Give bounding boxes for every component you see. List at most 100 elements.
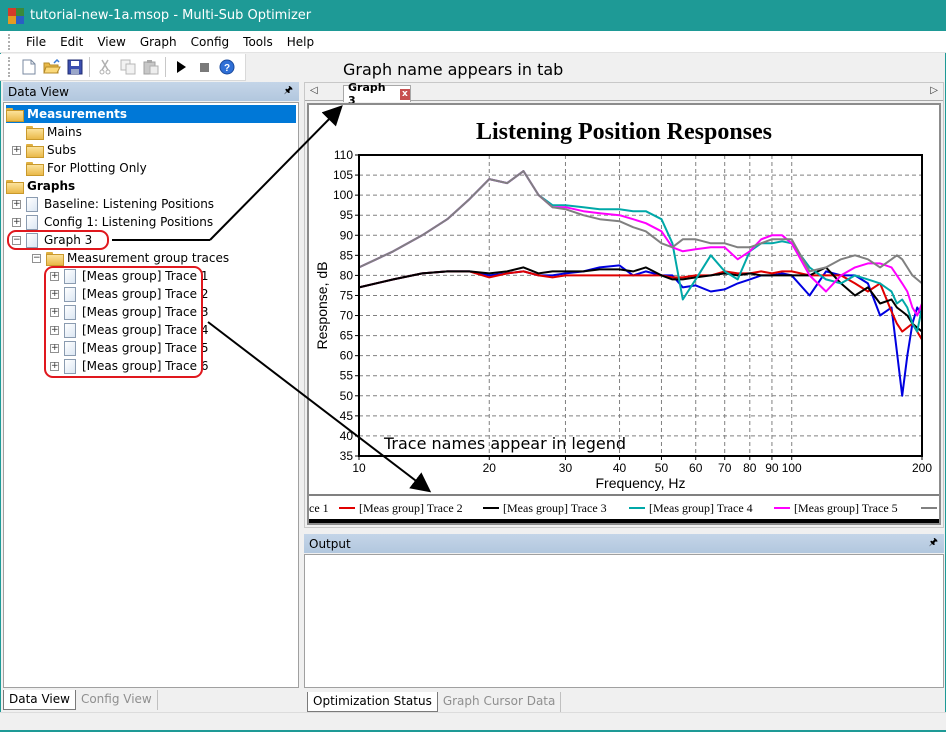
x-axis-label: Frequency, Hz bbox=[596, 475, 686, 491]
window-title: tutorial-new-1a.msop - Multi-Sub Optimiz… bbox=[30, 8, 312, 23]
x-axis-ticks: 10 20 30 40 50 60 70 80 90 100 200 bbox=[352, 456, 932, 475]
menu-bar: File Edit View Graph Config Tools Help bbox=[0, 31, 946, 53]
legend-item-label: [Meas group] Trace 3 bbox=[503, 501, 607, 515]
annotation-legend-note: Trace names appear in legend bbox=[384, 434, 627, 453]
menu-edit[interactable]: Edit bbox=[53, 35, 90, 49]
y-tick-label: 70 bbox=[340, 309, 354, 323]
folder-icon bbox=[26, 144, 44, 158]
output-body bbox=[304, 554, 944, 688]
y-tick-label: 65 bbox=[340, 329, 354, 343]
y-tick-label: 110 bbox=[334, 148, 353, 162]
x-tick-label: 10 bbox=[352, 461, 366, 475]
new-icon bbox=[22, 59, 35, 75]
toolbar: ? bbox=[0, 54, 246, 81]
menu-view[interactable]: View bbox=[90, 35, 132, 49]
y-tick-label: 105 bbox=[333, 168, 353, 182]
expand-icon[interactable]: + bbox=[12, 217, 21, 227]
menu-help[interactable]: Help bbox=[280, 35, 321, 49]
stop-icon bbox=[199, 63, 209, 72]
toolbar-grip[interactable] bbox=[8, 57, 11, 77]
tab-data-view[interactable]: Data View bbox=[3, 690, 76, 710]
menu-tools[interactable]: Tools bbox=[236, 35, 280, 49]
data-view-title: Data View bbox=[8, 84, 69, 99]
document-icon bbox=[26, 214, 38, 230]
x-tick-label: 100 bbox=[782, 461, 802, 475]
y-tick-label: 100 bbox=[333, 188, 353, 202]
tree-item-label: Config 1: Listening Positions bbox=[44, 215, 214, 229]
y-tick-label: 35 bbox=[340, 449, 354, 463]
tree-item-label: Measurements bbox=[27, 107, 127, 121]
expand-icon[interactable]: + bbox=[12, 199, 21, 209]
y-tick-label: 80 bbox=[340, 268, 354, 282]
new-button[interactable] bbox=[17, 56, 40, 78]
legend-item-label: [Meas group] Trace 2 bbox=[359, 501, 463, 515]
menu-config[interactable]: Config bbox=[184, 35, 237, 49]
open-button[interactable] bbox=[40, 56, 63, 78]
legend-item-label: ce 1 bbox=[309, 501, 329, 515]
output-tabs: Optimization Status Graph Cursor Data bbox=[307, 692, 562, 712]
x-tick-label: 50 bbox=[655, 461, 669, 475]
collapse-icon[interactable]: − bbox=[32, 253, 41, 263]
folder-icon bbox=[26, 126, 44, 140]
open-icon bbox=[42, 59, 61, 74]
tree-item[interactable]: Measurements bbox=[6, 105, 296, 123]
document-tab-strip: ◁ Graph 3 x ▷ bbox=[305, 81, 943, 107]
tree-item[interactable]: Mains bbox=[26, 123, 82, 141]
legend-item-label: [Meas group] Trace 4 bbox=[649, 501, 753, 515]
highlight-traces bbox=[44, 266, 203, 378]
expand-icon[interactable]: + bbox=[12, 145, 21, 155]
series-line-trace-5 bbox=[358, 170, 923, 317]
x-tick-label: 60 bbox=[689, 461, 703, 475]
chart-grid bbox=[359, 155, 922, 456]
tab-graph-cursor-data[interactable]: Graph Cursor Data bbox=[438, 692, 562, 712]
copy-button[interactable] bbox=[116, 56, 139, 78]
tab-config-view[interactable]: Config View bbox=[76, 690, 158, 710]
output-header: Output 🖈︎ bbox=[304, 534, 944, 553]
y-tick-label: 45 bbox=[340, 409, 354, 423]
tab-optimization-status[interactable]: Optimization Status bbox=[307, 692, 438, 712]
x-tick-label: 90 bbox=[765, 461, 779, 475]
tree-item[interactable]: + Subs bbox=[12, 141, 76, 159]
tree-item[interactable]: For Plotting Only bbox=[26, 159, 147, 177]
pin-icon[interactable]: 🖈︎ bbox=[929, 535, 938, 552]
stop-button[interactable] bbox=[192, 56, 215, 78]
tree-item[interactable]: − Measurement group traces bbox=[32, 249, 229, 267]
x-tick-label: 40 bbox=[613, 461, 627, 475]
chart-title: Listening Position Responses bbox=[476, 119, 772, 145]
highlight-graph-3 bbox=[7, 230, 109, 250]
series-line-trace-1 bbox=[358, 264, 923, 397]
close-icon[interactable]: x bbox=[399, 88, 410, 100]
tree-item[interactable]: Graphs bbox=[6, 177, 75, 195]
tree-item-label: Mains bbox=[47, 125, 82, 139]
data-tree: Measurements Mains + Subs For Plotting Only G… bbox=[3, 102, 299, 688]
paste-icon bbox=[143, 60, 158, 75]
series-line-trace-3 bbox=[358, 266, 923, 333]
legend-item-label: [Meas group] Trace 5 bbox=[794, 501, 898, 515]
x-tick-label: 80 bbox=[743, 461, 757, 475]
x-tick-label: 70 bbox=[718, 461, 732, 475]
help-button[interactable]: ? bbox=[215, 56, 238, 78]
cut-button[interactable] bbox=[93, 56, 116, 78]
status-bar bbox=[0, 712, 946, 732]
tab-graph-3[interactable]: Graph 3 x bbox=[343, 81, 411, 107]
tree-item[interactable]: + Config 1: Listening Positions bbox=[12, 213, 213, 231]
run-button[interactable] bbox=[169, 56, 192, 78]
menu-graph[interactable]: Graph bbox=[133, 35, 184, 49]
legend-scrollbar[interactable] bbox=[309, 519, 939, 523]
save-icon bbox=[67, 59, 82, 75]
save-button[interactable] bbox=[63, 56, 86, 78]
output-title: Output bbox=[309, 536, 351, 551]
tab-scroll-left-icon[interactable]: ◁ bbox=[310, 85, 318, 96]
paste-button[interactable] bbox=[139, 56, 162, 78]
copy-icon bbox=[120, 59, 135, 75]
pin-icon[interactable]: 🖈︎ bbox=[284, 83, 293, 100]
menu-file[interactable]: File bbox=[19, 35, 53, 49]
folder-icon bbox=[26, 162, 44, 176]
svg-text:?: ? bbox=[223, 63, 229, 74]
plot-area-frame bbox=[358, 154, 923, 457]
tree-item-label: Baseline: Listening Positions bbox=[44, 197, 215, 211]
menu-grip[interactable] bbox=[8, 33, 11, 50]
chart-frame: Listening Position Responses 35 40 45 50 55 6… bbox=[307, 103, 945, 525]
tab-scroll-right-icon[interactable]: ▷ bbox=[930, 85, 938, 96]
tree-item[interactable]: + Baseline: Listening Positions bbox=[12, 195, 214, 213]
